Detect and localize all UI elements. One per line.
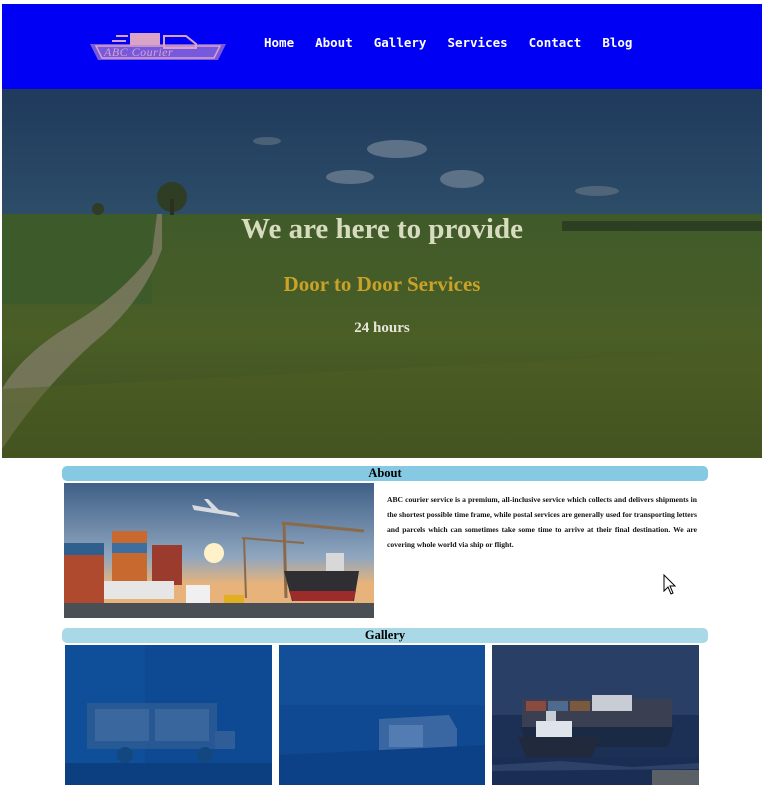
nav-blog[interactable]: Blog — [602, 35, 632, 51]
gallery-heading: Gallery — [62, 628, 708, 643]
gallery-item-ship[interactable] — [492, 645, 699, 785]
mouse-cursor-icon — [663, 574, 677, 595]
hero-subtitle: Door to Door Services — [283, 272, 481, 296]
nav-contact[interactable]: Contact — [529, 35, 582, 51]
page: ABC Courier Home About Gallery Services … — [0, 0, 765, 788]
nav-gallery[interactable]: Gallery — [374, 35, 427, 51]
logo[interactable]: ABC Courier — [88, 32, 228, 64]
hero-hours: 24 hours — [354, 320, 410, 336]
hero-banner: We are here to provide Door to Door Serv… — [2, 89, 762, 458]
main-nav: Home About Gallery Services Contact Blog — [264, 35, 653, 51]
gallery-item-truck[interactable] — [65, 645, 272, 785]
nav-services[interactable]: Services — [447, 35, 507, 51]
about-heading: About — [62, 466, 708, 481]
site-header: ABC Courier Home About Gallery Services … — [2, 4, 762, 89]
about-image — [64, 483, 374, 618]
about-text: ABC courier service is a premium, all-in… — [387, 495, 697, 549]
nav-home[interactable]: Home — [264, 35, 294, 51]
gallery-item-van[interactable] — [279, 645, 485, 785]
hero-title: We are here to provide — [241, 213, 523, 245]
nav-about[interactable]: About — [315, 35, 353, 51]
logo-text: ABC Courier — [104, 45, 174, 59]
